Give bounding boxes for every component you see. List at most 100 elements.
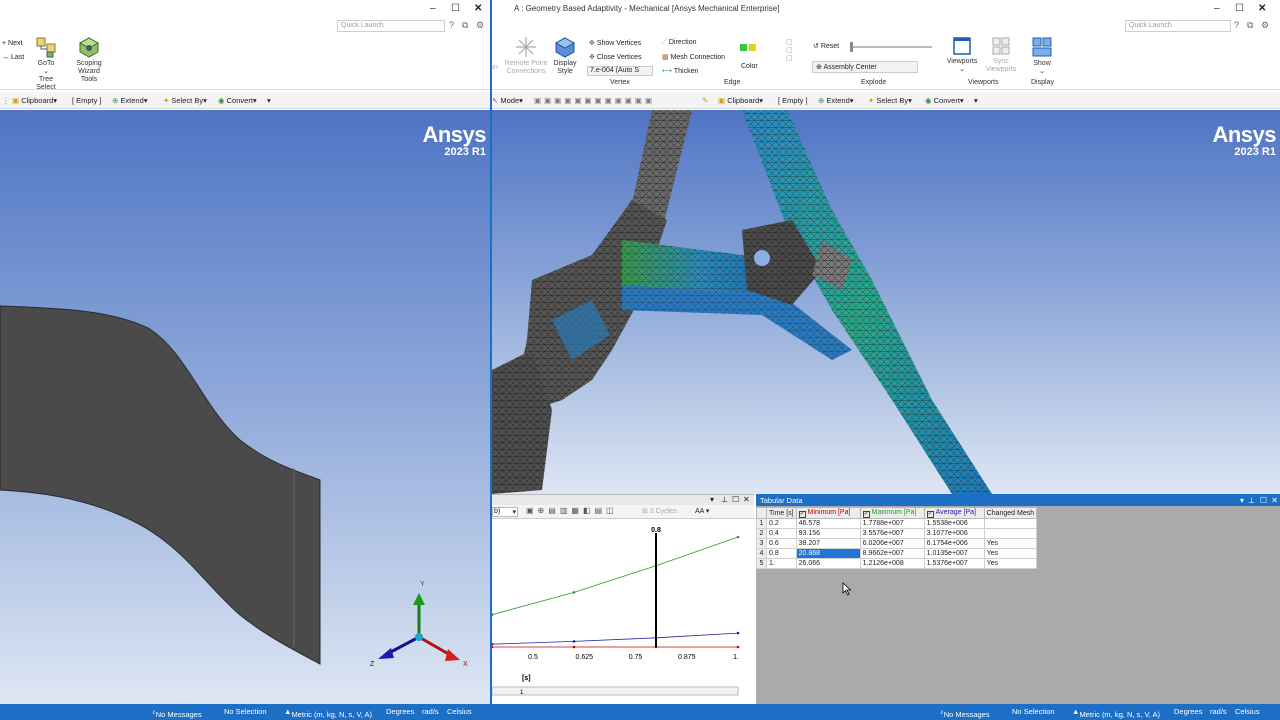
selection-filter-icons[interactable]: ▣▣▣▣▣▣▣▣▣▣▣▣ <box>534 96 655 105</box>
messages-status[interactable]: ♪ No Messages <box>152 707 202 719</box>
thicken-toggle[interactable]: ⟷ Thicken <box>662 67 698 75</box>
time-cell[interactable]: 0.8 <box>766 548 797 559</box>
average-cell[interactable]: 1.5538e+006 <box>923 518 985 529</box>
maximum-cell[interactable]: 6.0206e+007 <box>859 538 925 549</box>
maximum-cell[interactable]: 3.5576e+007 <box>859 528 925 539</box>
graph-close-icon[interactable]: ✕ <box>743 495 750 504</box>
average-cell[interactable]: 3.1077e+006 <box>923 528 985 539</box>
maximum-cell[interactable]: 1.7788e+007 <box>859 518 925 529</box>
explode-slider-track[interactable] <box>850 46 932 48</box>
minimize-button[interactable]: – <box>1214 3 1220 14</box>
toolbar-overflow[interactable]: ▾ <box>974 96 978 105</box>
temperature-status[interactable]: Celsius <box>447 707 472 716</box>
temperature-status[interactable]: Celsius <box>1235 707 1260 716</box>
edge-style-buttons[interactable]: ▢ ▢ ▢ <box>786 38 793 62</box>
external-link-icon[interactable]: ⧉ <box>462 20 468 31</box>
empty-button[interactable]: [ Empty ] <box>72 96 102 105</box>
graph-series-dropdown[interactable]: b) ▾ <box>492 507 518 517</box>
maximum-cell[interactable]: 8.9662e+007 <box>859 548 925 559</box>
changed-mesh-cell[interactable]: Yes <box>983 538 1038 549</box>
last-button[interactable]: ↔ Last <box>2 54 24 61</box>
degrees-status[interactable]: Degrees <box>386 707 414 716</box>
edge-color-swatches[interactable] <box>740 44 758 52</box>
convert-button[interactable]: ◉ Convert▾ <box>925 96 964 105</box>
explode-slider-thumb[interactable] <box>850 42 853 52</box>
settings-icon[interactable]: ⚙ <box>1261 20 1269 31</box>
table-row[interactable]: 2 0.4 93.156 3.5576e+007 3.1077e+006 <box>756 528 1038 539</box>
assembly-center-dropdown[interactable]: ⊕ Assembly Center <box>812 61 918 73</box>
table-row[interactable]: 4 0.8 20.868 8.9662e+007 1.0135e+007 Yes <box>756 548 1038 559</box>
settings-icon[interactable]: ⚙ <box>476 20 484 31</box>
antialias-toggle[interactable]: AA ▾ <box>695 507 709 515</box>
graph-tool-icons[interactable]: ▣⊕▤▥▦◧▤◫ <box>526 506 618 515</box>
maximize-button[interactable]: ☐ <box>451 3 460 14</box>
next-button[interactable]: + Next <box>2 40 22 47</box>
results-chart[interactable]: 0.8 [s] 1 0.5 0.625 0.75 0.875 1. <box>492 519 754 705</box>
vertex-tolerance-input[interactable]: 7.e-004 (Auto S <box>587 66 653 76</box>
table-row[interactable]: 3 0.6 38.207 6.0206e+007 6.1754e+006 Yes <box>756 538 1038 549</box>
external-link-icon[interactable]: ⧉ <box>1247 20 1253 31</box>
changed-mesh-cell[interactable] <box>983 518 1038 529</box>
empty-button[interactable]: [ Empty ] <box>778 96 808 105</box>
reset-explode-button[interactable]: ↺ Reset <box>813 42 839 50</box>
minimum-cell[interactable]: 38.207 <box>795 538 861 549</box>
time-cell[interactable]: 1. <box>766 558 797 569</box>
rads-status[interactable]: rad/s <box>422 707 439 716</box>
close-button[interactable]: ✕ <box>474 3 482 14</box>
left-graphics-viewport[interactable]: Ansys 2023 R1 Y Z X <box>0 110 490 704</box>
tabular-pin-icon[interactable]: ⊥ <box>1248 496 1255 505</box>
cycles-control[interactable]: ⊞ 3 Cycles <box>642 507 677 515</box>
pen-icon[interactable]: ✎ <box>702 96 708 105</box>
average-checkbox[interactable]: ✓ <box>926 510 934 518</box>
minimum-cell[interactable]: 26.066 <box>795 558 861 569</box>
minimum-cell-selected[interactable]: 20.868 <box>795 548 861 559</box>
table-row[interactable]: 1 0.2 46.578 1.7788e+007 1.5538e+006 <box>756 518 1038 529</box>
graph-dropdown-arrow[interactable]: ▾ <box>710 495 714 504</box>
time-column-header[interactable]: Time [s] <box>766 507 797 519</box>
quick-launch-input[interactable]: Quick Launch <box>1125 20 1231 32</box>
minimum-cell[interactable]: 46.578 <box>795 518 861 529</box>
maximum-cell[interactable]: 1.2126e+008 <box>859 558 925 569</box>
time-scrollbar[interactable] <box>492 686 739 696</box>
clipboard-button[interactable]: ▣ Clipboard▾ <box>12 96 57 105</box>
changed-mesh-cell[interactable] <box>983 528 1038 539</box>
close-button[interactable]: ✕ <box>1258 3 1266 14</box>
extend-button[interactable]: ⊕ Extend▾ <box>112 96 148 105</box>
minimize-button[interactable]: – <box>430 3 436 14</box>
right-graphics-viewport[interactable]: Ansys 2023 R1 <box>492 110 1280 494</box>
table-row[interactable]: 5 1. 26.066 1.2126e+008 1.5376e+007 Yes <box>756 558 1038 569</box>
graph-maximize-icon[interactable]: ☐ <box>732 495 739 504</box>
changed-mesh-cell[interactable]: Yes <box>983 558 1038 569</box>
clipboard-button[interactable]: ▣ Clipboard▾ <box>718 96 763 105</box>
show-vertices-toggle[interactable]: ✥ Show Vertices <box>589 39 641 47</box>
extend-button[interactable]: ⊕ Extend▾ <box>818 96 854 105</box>
select-by-button[interactable]: ✦ Select By▾ <box>868 96 912 105</box>
minimum-column-header[interactable]: ✓ Minimum [Pa] <box>795 507 861 519</box>
sync-viewports-button[interactable]: Sync Viewports <box>982 36 1020 74</box>
maximum-checkbox[interactable]: ✓ <box>862 510 870 518</box>
mesh-connection-toggle[interactable]: ▦ Mesh Connection <box>662 53 725 61</box>
color-button[interactable]: Color <box>741 63 758 70</box>
minimum-checkbox[interactable]: ✓ <box>798 510 806 518</box>
units-status[interactable]: ▲ Metric (m, kg, N, s, V, A) <box>1072 707 1160 719</box>
time-cell[interactable]: 0.6 <box>766 538 797 549</box>
average-column-header[interactable]: ✓ Average [Pa] <box>923 507 985 519</box>
convert-button[interactable]: ◉ Convert▾ <box>218 96 257 105</box>
time-cell[interactable]: 0.4 <box>766 528 797 539</box>
tabular-maximize-icon[interactable]: ☐ <box>1260 496 1267 505</box>
scoping-wizard-button[interactable]: Scoping Wizard Tools <box>70 36 108 84</box>
remote-point-button[interactable]: Remote Point Connections <box>502 36 550 76</box>
minimum-cell[interactable]: 93.156 <box>795 528 861 539</box>
degrees-status[interactable]: Degrees <box>1174 707 1202 716</box>
rads-status[interactable]: rad/s <box>1210 707 1227 716</box>
units-status[interactable]: ▲ Metric (m, kg, N, s, V, A) <box>284 707 372 719</box>
viewports-button[interactable]: Viewports ⌄ <box>944 36 980 74</box>
changed-mesh-column-header[interactable]: Changed Mesh <box>983 507 1038 519</box>
close-vertices-toggle[interactable]: ✥ Close Vertices <box>589 53 642 61</box>
direction-toggle[interactable]: ⟋ Direction <box>662 39 696 47</box>
display-style-button[interactable]: Display Style <box>550 36 580 76</box>
changed-mesh-cell[interactable]: Yes <box>983 548 1038 559</box>
mode-button[interactable]: ↖ Mode▾ <box>492 96 523 105</box>
average-cell[interactable]: 1.0135e+007 <box>923 548 985 559</box>
select-by-button[interactable]: ✦ Select By▾ <box>163 96 207 105</box>
